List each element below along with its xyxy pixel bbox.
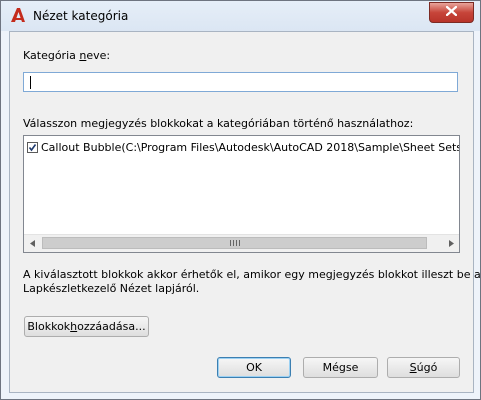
title-bar[interactable]: Nézet kategória [1,1,480,31]
list-item[interactable]: Callout Bubble(C:\Program Files\Autodesk… [27,139,459,155]
dialog-window: Nézet kategória Kategória neve: Válasszo… [0,0,481,400]
info-text-line-1: A kiválasztott blokkok akkor érhetők el,… [23,268,481,281]
list-item-label: Callout Bubble(C:\Program Files\Autodesk… [41,140,459,154]
text-caret [30,76,31,89]
autocad-a-icon [10,7,26,23]
category-name-label: Kategória neve: [23,49,111,62]
window-title: Nézet kategória [33,9,129,23]
checkmark-icon [28,143,37,151]
ok-button[interactable]: OK [217,357,291,378]
scroll-right-arrow-icon [448,237,454,250]
category-name-input[interactable] [23,72,458,92]
cancel-button[interactable]: Mégse [303,357,378,378]
dialog-content: Kategória neve: Válasszon megjegyzés blo… [9,31,481,393]
close-icon [445,5,458,19]
scroll-left-arrow-icon [29,237,36,250]
close-button[interactable] [429,2,474,23]
scroll-thumb[interactable] [42,237,427,249]
horizontal-scrollbar[interactable] [24,234,459,252]
blocks-list-label: Válasszon megjegyzés blokkokat a kategór… [23,117,414,130]
help-button[interactable]: Súgó [387,357,460,378]
list-item-checkbox[interactable] [27,141,38,153]
scroll-left-button[interactable] [24,235,41,252]
add-blocks-button[interactable]: Blokkok h ozzáadása... [24,316,149,337]
callout-blocks-list[interactable]: Callout Bubble(C:\Program Files\Autodesk… [23,135,460,253]
scroll-right-button[interactable] [442,235,459,252]
info-text-line-2: Lapkészletkezelő Nézet lapjáról. [23,282,200,295]
